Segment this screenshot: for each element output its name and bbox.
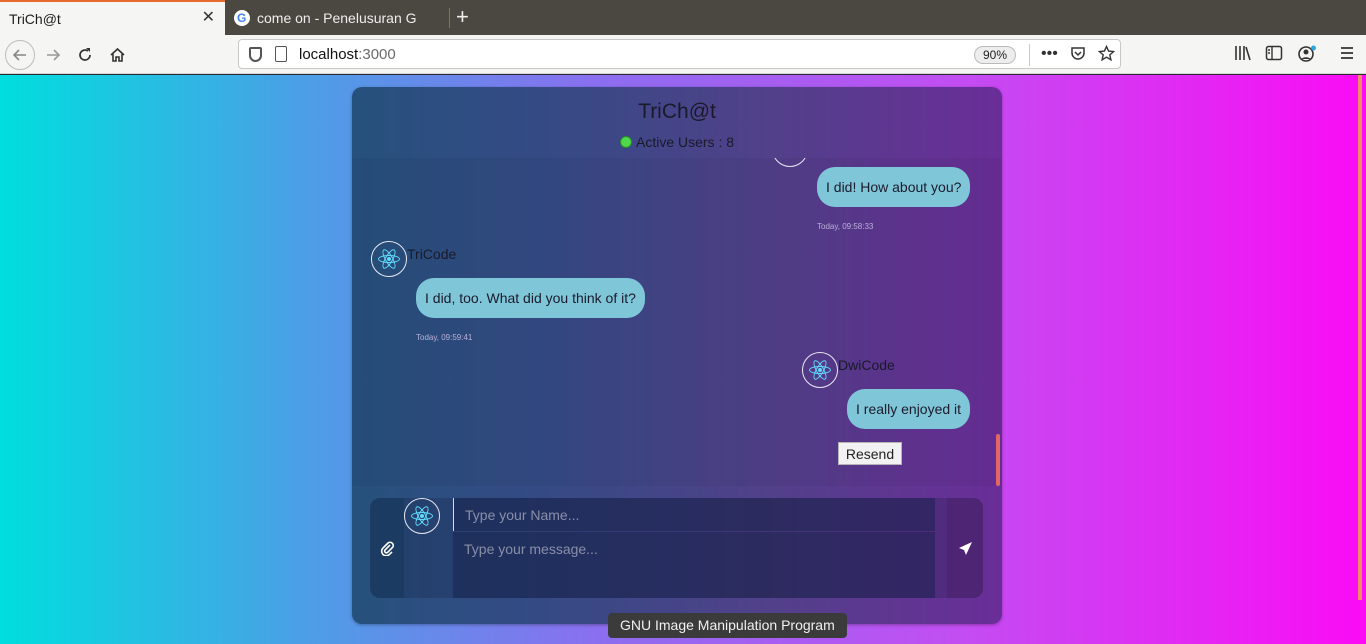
message-list[interactable]: I did! How about you? Today, 09:58:33 Tr… [352,158,1002,486]
forward-button[interactable] [38,40,68,70]
arrow-right-icon [47,49,61,61]
name-input[interactable] [453,498,935,531]
avatar [772,158,808,167]
nav-toolbar: localhost:3000 90% ••• [0,35,1366,74]
divider [1029,44,1030,66]
pocket-icon[interactable] [1070,46,1086,68]
back-button[interactable] [5,40,35,70]
page-actions-icon[interactable]: ••• [1041,44,1058,64]
home-icon [109,47,125,62]
page-icon[interactable] [275,46,287,62]
chat-title: TriCh@t [638,100,716,123]
reload-icon [79,48,91,61]
close-tab-icon[interactable]: ✕ [202,10,215,26]
react-avatar-icon [802,352,838,388]
message-bubble: I did, too. What did you think of it? [416,278,645,318]
message-username: TriCode [407,246,457,262]
arrow-left-icon [12,49,26,61]
composer [370,498,983,598]
message-bubble: I really enjoyed it [847,389,971,429]
message-bubble: I did! How about you? [817,167,971,207]
zoom-level-badge[interactable]: 90% [974,46,1017,64]
react-avatar-icon [371,241,407,277]
chat-window: TriCh@t Active Users : 8 I did! How abou… [352,87,1002,624]
reload-button[interactable] [70,40,100,70]
tab-title: come on - Penelusuran G [257,9,417,26]
message-input[interactable] [453,532,935,598]
library-icon[interactable] [1234,45,1252,66]
page-scrollbar[interactable] [1358,75,1362,600]
menu-icon[interactable] [1339,45,1355,66]
online-status-icon [619,136,632,148]
message-scrollbar[interactable] [996,434,1000,486]
url-text[interactable]: localhost:3000 [299,46,396,63]
google-icon: G [234,9,250,26]
tooltip: GNU Image Manipulation Program [608,613,847,638]
account-icon[interactable] [1297,45,1317,68]
send-arrow-icon [958,541,972,555]
send-button[interactable] [947,498,983,598]
resend-button[interactable]: Resend [838,442,902,465]
tab-trichat[interactable]: TriCh@t ✕ [0,0,225,35]
chat-header: TriCh@t Active Users : 8 [352,87,1002,158]
page-viewport: TriCh@t Active Users : 8 I did! How abou… [0,75,1366,644]
attach-button[interactable] [370,498,404,598]
tab-title: TriCh@t [9,10,61,27]
new-tab-button[interactable]: + [456,5,469,29]
tab-search[interactable]: G come on - Penelusuran G [226,0,448,35]
message-username: DwiCode [838,357,895,373]
address-bar[interactable]: localhost:3000 90% ••• [238,39,1121,69]
message-timestamp: Today, 09:58:33 [817,222,874,231]
star-icon[interactable] [1097,44,1116,68]
tab-strip: TriCh@t ✕ G come on - Penelusuran G + [0,0,1366,35]
react-avatar-icon [404,498,440,534]
shield-icon[interactable] [249,47,262,62]
paperclip-icon [380,541,394,556]
tab-divider [449,8,450,28]
active-users-status: Active Users : 8 [352,134,1002,150]
message-timestamp: Today, 09:59:41 [416,333,473,342]
home-button[interactable] [102,40,132,70]
sidebar-icon[interactable] [1265,45,1283,66]
